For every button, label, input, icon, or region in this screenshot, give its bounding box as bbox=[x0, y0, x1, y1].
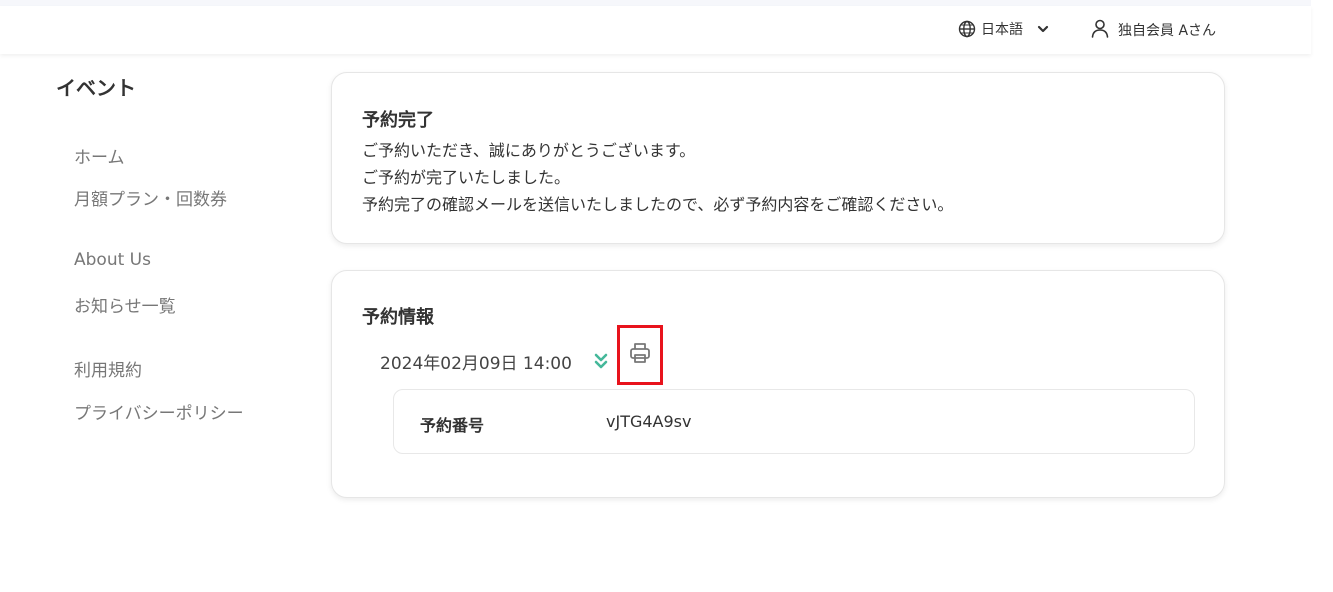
sidebar-item-monthly-plans[interactable]: 月額プラン・回数券 bbox=[74, 185, 227, 210]
reservation-card: 予約情報 2024年02月09日 14:00 予約番号 vJTG4A9sv bbox=[331, 270, 1225, 498]
sidebar-item-privacy-policy[interactable]: プライバシーポリシー bbox=[74, 399, 244, 424]
completion-message-line: 予約完了の確認メールを送信いたしましたので、必ず予約内容をご確認ください。 bbox=[362, 195, 954, 214]
language-label: 日本語 bbox=[981, 22, 1023, 38]
sidebar-item-home[interactable]: ホーム bbox=[74, 143, 125, 168]
user-menu[interactable]: 独自会員 Aさん bbox=[1090, 18, 1216, 42]
language-selector[interactable]: 日本語 bbox=[958, 18, 1049, 40]
printer-icon bbox=[628, 341, 652, 369]
reservation-datetime: 2024年02月09日 14:00 bbox=[380, 354, 572, 374]
reservation-number-value: vJTG4A9sv bbox=[606, 412, 692, 431]
print-button[interactable] bbox=[617, 325, 663, 385]
completion-message-line: ご予約が完了いたしました。 bbox=[362, 168, 571, 187]
double-chevron-down-icon[interactable] bbox=[593, 350, 609, 372]
reservation-title: 予約情報 bbox=[362, 307, 434, 328]
user-icon bbox=[1090, 18, 1110, 42]
sidebar-item-news[interactable]: お知らせ一覧 bbox=[74, 292, 176, 317]
header: 日本語 独自会員 Aさん bbox=[0, 6, 1311, 54]
completion-message-line: ご予約いただき、誠にありがとうございます。 bbox=[362, 141, 696, 160]
reservation-detail-box: 予約番号 vJTG4A9sv bbox=[393, 389, 1195, 454]
globe-icon bbox=[958, 20, 976, 38]
user-name: 独自会員 Aさん bbox=[1118, 23, 1217, 39]
completion-title: 予約完了 bbox=[362, 110, 434, 131]
sidebar-item-terms[interactable]: 利用規約 bbox=[74, 356, 142, 381]
chevron-down-icon[interactable] bbox=[1037, 24, 1049, 34]
sidebar-item-about-us[interactable]: About Us bbox=[74, 250, 151, 270]
sidebar-title: イベント bbox=[56, 76, 136, 100]
reservation-number-label: 予約番号 bbox=[420, 416, 485, 435]
completion-card: 予約完了 ご予約いただき、誠にありがとうございます。 ご予約が完了いたしました。… bbox=[331, 72, 1225, 244]
